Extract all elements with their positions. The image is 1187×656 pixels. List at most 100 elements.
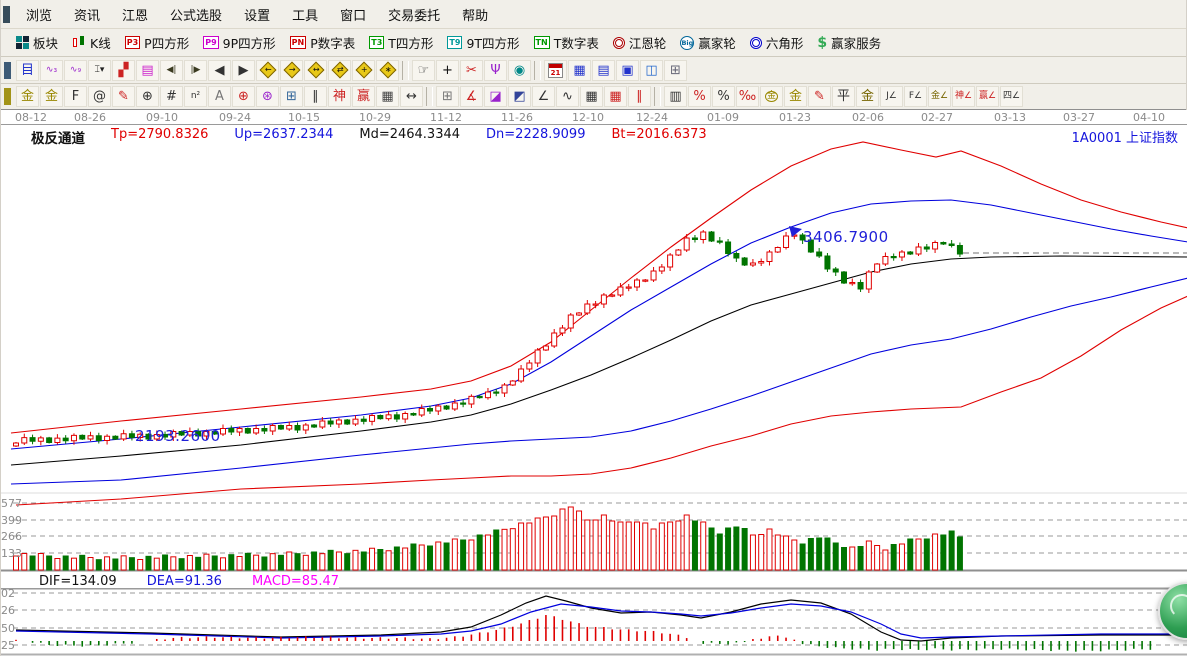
toolbar-button-p-square[interactable]: P3P四方形: [118, 31, 196, 55]
hot-box-icon[interactable]: ▞: [112, 60, 135, 81]
toolbar-button-gann-wheel[interactable]: 江恩轮: [606, 31, 674, 55]
menu-item-trade[interactable]: 交易委托: [377, 5, 451, 24]
target-tool-icon[interactable]: ◉: [508, 60, 531, 81]
parallel-marks-icon[interactable]: ∥: [304, 86, 327, 107]
candle: [55, 438, 60, 442]
permille-icon[interactable]: ‰: [736, 86, 759, 107]
prev-icon[interactable]: ◀: [208, 60, 231, 81]
calculator-icon[interactable]: ▦: [568, 60, 591, 81]
spiral-icon[interactable]: @: [88, 86, 111, 107]
fan-box-icon[interactable]: ◪: [484, 86, 507, 107]
menu-item-browse[interactable]: 浏览: [15, 5, 63, 24]
kline-style-dropdown-icon[interactable]: ⌶▾: [88, 60, 111, 81]
menu-item-formula-stock-pick[interactable]: 公式选股: [159, 5, 233, 24]
ruler-grid-icon[interactable]: ▦: [376, 86, 399, 107]
report-icon[interactable]: 目: [16, 60, 39, 81]
f-angle-icon[interactable]: F∠: [904, 86, 927, 107]
ying-tool-icon[interactable]: 赢: [352, 86, 375, 107]
toolbar-button-t-square[interactable]: T3T四方形: [362, 31, 440, 55]
scissors-icon[interactable]: ✂: [460, 60, 483, 81]
percent-icon[interactable]: %: [712, 86, 735, 107]
volume-bar: [336, 552, 341, 570]
fib-f-icon-glyph: F: [72, 90, 79, 103]
toolbar-button-winner-wheel[interactable]: Big赢家轮: [673, 31, 743, 55]
gold-circle-icon[interactable]: 金: [760, 86, 783, 107]
diamond-star-icon[interactable]: ∗: [376, 60, 399, 81]
diamond-glyph: →: [283, 62, 300, 79]
gold-lines-icon[interactable]: 金: [784, 86, 807, 107]
j-angle-icon[interactable]: J∠: [880, 86, 903, 107]
toolbar-button-9t-square[interactable]: T99T四方形: [440, 31, 526, 55]
grid-circle-icon[interactable]: ⊞: [280, 86, 303, 107]
wave3-icon[interactable]: ∿₃: [40, 60, 63, 81]
calendar-icon[interactable]: 21: [544, 60, 567, 81]
compass-icon[interactable]: ⊕: [136, 86, 159, 107]
flag-chart-icon[interactable]: ▤: [136, 60, 159, 81]
toolbar-button-blocks[interactable]: 板块: [9, 31, 65, 55]
gold-underline-icon[interactable]: 金: [856, 86, 879, 107]
hand-pan-icon[interactable]: ☞: [412, 60, 435, 81]
star-circle-icon[interactable]: ⊛: [256, 86, 279, 107]
shen-angle-icon[interactable]: 神∠: [952, 86, 975, 107]
brush-icon[interactable]: ✎: [808, 86, 831, 107]
menu-item-help[interactable]: 帮助: [451, 5, 499, 24]
toolbar-button-9p-square[interactable]: P99P四方形: [196, 31, 282, 55]
menu-item-settings[interactable]: 设置: [233, 5, 281, 24]
crosshair-target-icon[interactable]: ⊕: [232, 86, 255, 107]
diamond-plus-icon[interactable]: +: [352, 60, 375, 81]
first-page-icon[interactable]: ◀|: [160, 60, 183, 81]
wave-line-icon[interactable]: ∿: [556, 86, 579, 107]
last-page-icon[interactable]: |▶: [184, 60, 207, 81]
speed-resistance-icon[interactable]: ▥: [664, 86, 687, 107]
toolbar-button-kline[interactable]: K线: [65, 31, 118, 55]
ping-tool-icon[interactable]: 平: [832, 86, 855, 107]
menu-item-window[interactable]: 窗口: [329, 5, 377, 24]
ruler-pencil-icon[interactable]: ✎: [112, 86, 135, 107]
angle-line-icon[interactable]: ∠: [532, 86, 555, 107]
grid-ticks-icon[interactable]: #: [160, 86, 183, 107]
toolbar-button-t-number-table[interactable]: TNT数字表: [527, 31, 606, 55]
export-icon[interactable]: ◫: [640, 60, 663, 81]
print-icon[interactable]: ⊞: [664, 60, 687, 81]
si-angle-icon[interactable]: 四∠: [1000, 86, 1023, 107]
fan-box2-icon[interactable]: ◩: [508, 86, 531, 107]
notes-icon[interactable]: ▤: [592, 60, 615, 81]
fib-f-icon[interactable]: F: [64, 86, 87, 107]
shen-tool-icon[interactable]: 神: [328, 86, 351, 107]
grid-ticks-icon-glyph: #: [166, 90, 177, 103]
toolbar-button-winner-service[interactable]: $赢家服务: [810, 31, 888, 55]
diamond-left-icon[interactable]: ←: [256, 60, 279, 81]
chart-area[interactable]: 08-1208-2609-1009-2410-1510-2911-1211-26…: [1, 110, 1187, 656]
menu-item-gann[interactable]: 江恩: [111, 5, 159, 24]
volume-bar: [386, 551, 391, 570]
letter-a-icon[interactable]: A: [208, 86, 231, 107]
menu-item-tools[interactable]: 工具: [281, 5, 329, 24]
gold-angle-icon[interactable]: 金∠: [928, 86, 951, 107]
golden-gate2-icon[interactable]: 金: [40, 86, 63, 107]
save-icon[interactable]: ▣: [616, 60, 639, 81]
diamond-right-icon[interactable]: →: [280, 60, 303, 81]
psi-tool-icon[interactable]: Ψ: [484, 60, 507, 81]
diamond-hswap-icon[interactable]: ↔: [304, 60, 327, 81]
next-icon[interactable]: ▶: [232, 60, 255, 81]
menu-item-news[interactable]: 资讯: [63, 5, 111, 24]
volume-tick-399: 399: [1, 514, 22, 527]
volume-bar: [709, 528, 714, 570]
crosshair-icon[interactable]: +: [436, 60, 459, 81]
percent-line-icon[interactable]: %: [688, 86, 711, 107]
grid-icon[interactable]: ▦: [580, 86, 603, 107]
toolbar-button-hexagon[interactable]: 六角形: [743, 31, 811, 55]
fan-lines-icon[interactable]: ∡: [460, 86, 483, 107]
red-grid-icon[interactable]: ▦: [604, 86, 627, 107]
width-measure-icon[interactable]: ↔: [400, 86, 423, 107]
window-grid-icon[interactable]: ⊞: [436, 86, 459, 107]
toolbar-button-p-number-table[interactable]: PNP数字表: [283, 31, 363, 55]
parallel-lines-icon[interactable]: ∥: [628, 86, 651, 107]
golden-gate-icon[interactable]: 金: [16, 86, 39, 107]
diamond-exchange-icon[interactable]: ⇄: [328, 60, 351, 81]
n-square-icon[interactable]: n²: [184, 86, 207, 107]
ying-angle-icon[interactable]: 赢∠: [976, 86, 999, 107]
candle: [121, 434, 126, 439]
volume-bar: [933, 534, 938, 570]
wave9-icon[interactable]: ∿₉: [64, 60, 87, 81]
